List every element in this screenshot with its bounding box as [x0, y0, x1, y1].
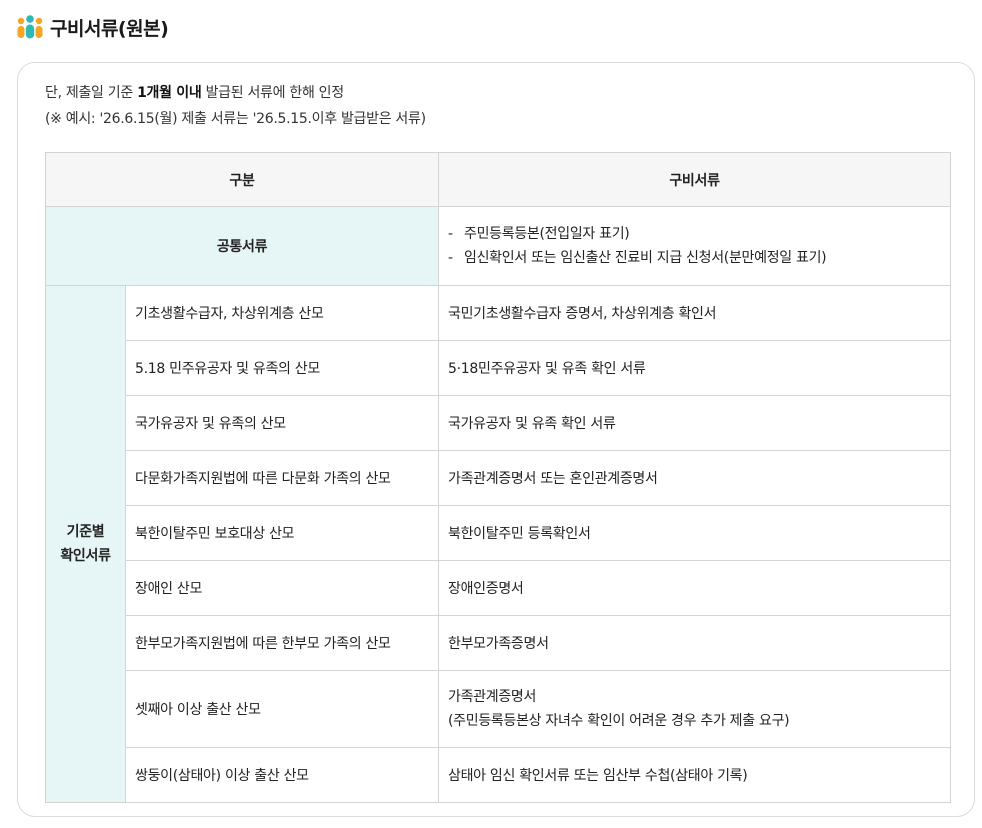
criteria-cell: 5.18 민주유공자 및 유족의 산모	[124, 340, 440, 396]
table-row: 국가유공자 및 유족의 산모 국가유공자 및 유족 확인 서류	[46, 395, 952, 451]
table-row: 장애인 산모 장애인증명서	[46, 560, 952, 616]
list-item: 임신확인서 또는 임신출산 진료비 지급 신청서(분만예정일 표기)	[448, 246, 941, 270]
table-row: 다문화가족지원법에 따른 다문화 가족의 산모 가족관계증명서 또는 혼인관계증…	[46, 450, 952, 506]
criteria-cell: 기초생활수급자, 차상위계층 산모	[124, 285, 440, 341]
header-category: 구분	[44, 152, 440, 207]
document-cell: 장애인증명서	[438, 560, 952, 616]
criteria-cell: 다문화가족지원법에 따른 다문화 가족의 산모	[124, 450, 440, 506]
notice-emphasis: 1개월 이내	[137, 85, 202, 101]
document-cell: 북한이탈주민 등록확인서	[438, 505, 952, 561]
common-documents: 주민등록등본(전입일자 표기) 임신확인서 또는 임신출산 진료비 지급 신청서…	[438, 206, 952, 286]
notice-text: 단, 제출일 기준 1개월 이내 발급된 서류에 한해 인정 (※ 예시: '2…	[45, 80, 426, 132]
notice-line-1: 단, 제출일 기준 1개월 이내 발급된 서류에 한해 인정	[45, 85, 344, 101]
common-category: 공통서류	[44, 206, 440, 286]
section-heading: 구비서류(원본)	[16, 13, 169, 41]
document-cell: 가족관계증명서 또는 혼인관계증명서	[438, 450, 952, 506]
table-header-row: 구분 구비서류	[44, 152, 952, 207]
documents-card: 단, 제출일 기준 1개월 이내 발급된 서류에 한해 인정 (※ 예시: '2…	[17, 62, 975, 817]
common-documents-list: 주민등록등본(전입일자 표기) 임신확인서 또는 임신출산 진료비 지급 신청서…	[448, 222, 941, 270]
document-cell: 가족관계증명서 (주민등록등본상 자녀수 확인이 어려운 경우 추가 제출 요구…	[438, 670, 952, 748]
header-documents: 구비서류	[438, 152, 952, 207]
document-cell: 국가유공자 및 유족 확인 서류	[438, 395, 952, 451]
document-cell: 삼태아 임신 확인서류 또는 임산부 수첩(삼태아 기록)	[438, 747, 952, 803]
criteria-cell: 쌍둥이(삼태아) 이상 출산 산모	[124, 747, 440, 803]
criteria-cell: 한부모가족지원법에 따른 한부모 가족의 산모	[124, 615, 440, 671]
criteria-cell: 국가유공자 및 유족의 산모	[124, 395, 440, 451]
people-icon	[17, 15, 43, 39]
table-row: 셋째아 이상 출산 산모 가족관계증명서 (주민등록등본상 자녀수 확인이 어려…	[46, 670, 952, 748]
page-title: 구비서류(원본)	[50, 17, 169, 40]
criteria-cell: 북한이탈주민 보호대상 산모	[124, 505, 440, 561]
group-category: 기준별 확인서류	[45, 285, 126, 803]
document-cell: 국민기초생활수급자 증명서, 차상위계층 확인서	[438, 285, 952, 341]
notice-line-2: (※ 예시: '26.6.15(월) 제출 서류는 '26.5.15.이후 발급…	[45, 111, 426, 127]
table-row: 쌍둥이(삼태아) 이상 출산 산모 삼태아 임신 확인서류 또는 임산부 수첩(…	[46, 747, 952, 803]
table-row: 기준별 확인서류 기초생활수급자, 차상위계층 산모 국민기초생활수급자 증명서…	[45, 285, 952, 803]
list-item: 주민등록등본(전입일자 표기)	[448, 222, 941, 246]
table-row: 북한이탈주민 보호대상 산모 북한이탈주민 등록확인서	[46, 505, 952, 561]
documents-table: 구분 구비서류 공통서류 주민등록등본(전입일자 표기) 임신확인서 또는 임신…	[44, 152, 952, 803]
document-cell: 한부모가족증명서	[438, 615, 952, 671]
criteria-cell: 장애인 산모	[124, 560, 440, 616]
document-cell: 5·18민주유공자 및 유족 확인 서류	[438, 340, 952, 396]
table-row: 5.18 민주유공자 및 유족의 산모 5·18민주유공자 및 유족 확인 서류	[46, 340, 952, 396]
table-row: 한부모가족지원법에 따른 한부모 가족의 산모 한부모가족증명서	[46, 615, 952, 671]
table-row-common: 공통서류 주민등록등본(전입일자 표기) 임신확인서 또는 임신출산 진료비 지…	[44, 206, 952, 286]
criteria-cell: 셋째아 이상 출산 산모	[124, 670, 440, 748]
